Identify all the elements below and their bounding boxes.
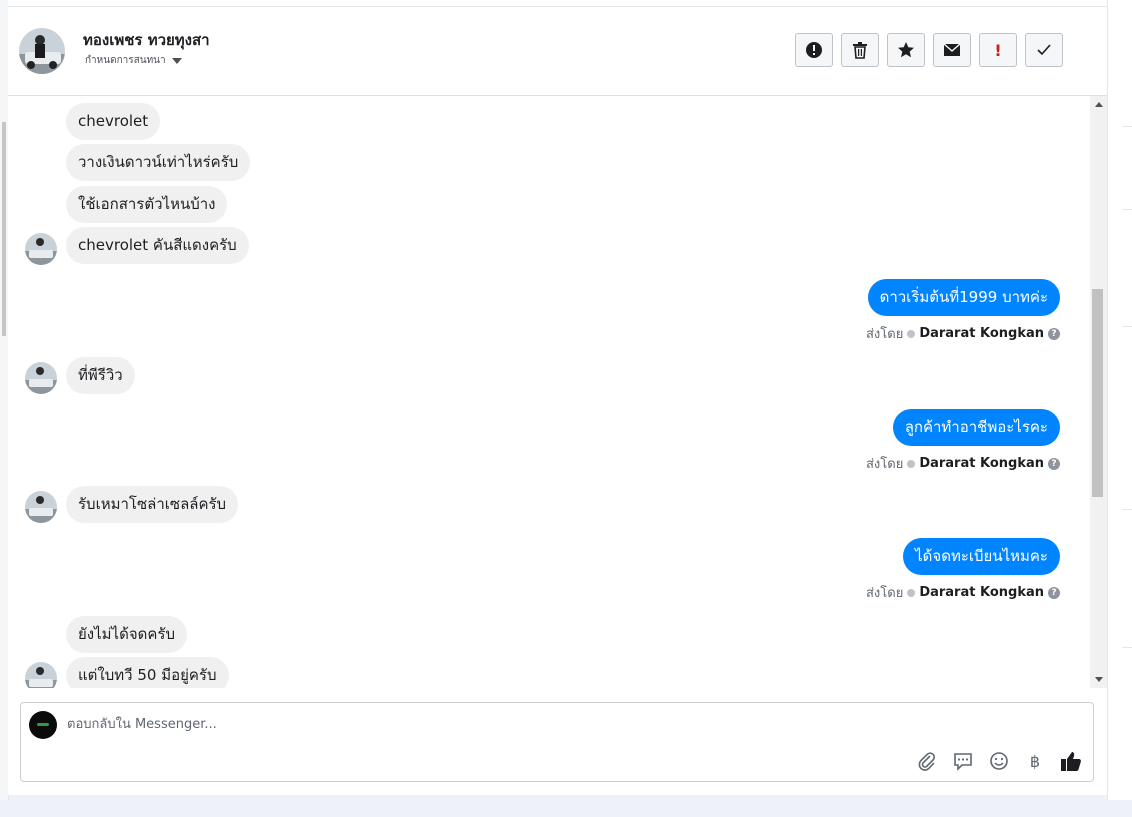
incoming-message: ยังไม่ได้จดครับ: [66, 616, 187, 653]
conversation-panel: ทองเพชร ทวยทุงสา กำหนดการสนทนา ! chevrol…: [8, 0, 1107, 795]
message-list: chevrolet วางเงินดาวน์เท่าไหร่ครับ ใช้เอ…: [8, 96, 1090, 688]
agent-name[interactable]: Dararat Kongkan: [919, 585, 1044, 600]
agent-name[interactable]: Dararat Kongkan: [919, 326, 1044, 341]
outgoing-message: ได้จดทะเบียนไหมคะ: [903, 538, 1060, 575]
star-button[interactable]: [887, 33, 925, 67]
divider: [1122, 647, 1132, 648]
customer-avatar: [25, 362, 57, 394]
sent-by-label: ส่งโดย: [865, 586, 904, 601]
incoming-message: ใช้เอกสารตัวไหนบ้าง: [66, 186, 228, 223]
exclamation-icon: !: [994, 40, 1002, 60]
reply-composer: ฿: [20, 702, 1094, 782]
baht-icon: ฿: [1029, 751, 1041, 771]
divider: [1122, 126, 1132, 127]
help-icon[interactable]: ?: [1048, 327, 1060, 340]
help-icon[interactable]: ?: [1048, 457, 1060, 470]
customer-avatar: [25, 233, 57, 265]
contact-avatar[interactable]: [19, 28, 65, 74]
like-button[interactable]: [1059, 749, 1083, 773]
outgoing-message: ดาวเริ่มต้นที่1999 บาทค่ะ: [867, 279, 1060, 316]
incoming-message: รับเหมาโซล่าเซลล์ครับ: [66, 486, 239, 523]
conversation-actions: !: [795, 33, 1063, 67]
envelope-icon: [943, 43, 961, 56]
check-icon: [1037, 44, 1051, 56]
speech-bubble-icon: [954, 753, 972, 771]
agent-name[interactable]: Dararat Kongkan: [919, 456, 1044, 471]
help-icon[interactable]: ?: [1048, 586, 1060, 599]
incoming-message: chevrolet: [66, 103, 161, 140]
important-button[interactable]: !: [979, 33, 1017, 67]
emoji-button[interactable]: [987, 749, 1011, 773]
mark-done-button[interactable]: [1025, 33, 1063, 67]
incoming-message: วางเงินดาวน์เท่าไหร่ครับ: [66, 144, 251, 181]
sent-by-line: ส่งโดย Dararat Kongkan ?: [866, 323, 1060, 344]
agent-status-icon: [907, 329, 916, 338]
sent-by-label: ส่งโดย: [865, 327, 904, 342]
customer-avatar: [25, 662, 57, 688]
saved-replies-button[interactable]: [951, 749, 975, 773]
conversation-settings-dropdown[interactable]: กำหนดการสนทนา: [85, 53, 182, 68]
incoming-message: ที่พีรีวิว: [66, 357, 135, 394]
outgoing-message: ลูกค้าทำอาชีพอะไรคะ: [892, 409, 1060, 446]
attach-button[interactable]: [915, 749, 939, 773]
scrollbar-thumb[interactable]: [1092, 289, 1103, 497]
conversation-header: ทองเพชร ทวยทุงสา กำหนดการสนทนา !: [8, 7, 1107, 96]
smiley-icon: [990, 752, 1008, 770]
left-scrollbar-thumb[interactable]: [2, 122, 6, 336]
contact-name[interactable]: ทองเพชร ทวยทุงสา: [83, 28, 210, 52]
page-avatar: [29, 711, 57, 739]
incoming-message: chevrolet คันสีแดงครับ: [66, 227, 249, 264]
sent-by-line: ส่งโดย Dararat Kongkan ?: [866, 582, 1060, 603]
divider: [1122, 509, 1132, 510]
incoming-message: แต่ใบทวี 50 มีอยู่ครับ: [66, 657, 229, 688]
caret-down-icon: [171, 57, 182, 64]
scroll-down-arrow[interactable]: [1095, 677, 1103, 682]
customer-avatar: [25, 491, 57, 523]
reply-input[interactable]: [67, 713, 947, 735]
divider: [1122, 326, 1132, 327]
divider: [1122, 209, 1132, 210]
delete-button[interactable]: [841, 33, 879, 67]
thumbs-up-icon: [1061, 752, 1081, 771]
composer-tools: ฿: [915, 749, 1083, 773]
paperclip-icon: [918, 752, 935, 771]
exclamation-circle-icon: [806, 42, 822, 58]
agent-status-icon: [907, 588, 916, 597]
mark-unread-button[interactable]: [933, 33, 971, 67]
scroll-up-arrow[interactable]: [1095, 102, 1103, 107]
agent-status-icon: [907, 459, 916, 468]
chat-scrollbar[interactable]: [1090, 96, 1107, 688]
trash-icon: [853, 42, 867, 59]
payment-button[interactable]: ฿: [1023, 749, 1047, 773]
conversation-settings-label: กำหนดการสนทนา: [85, 55, 166, 66]
star-icon: [898, 42, 914, 58]
mark-spam-button[interactable]: [795, 33, 833, 67]
sent-by-label: ส่งโดย: [865, 457, 904, 472]
right-panel-edge: [1107, 0, 1132, 800]
sent-by-line: ส่งโดย Dararat Kongkan ?: [866, 453, 1060, 474]
